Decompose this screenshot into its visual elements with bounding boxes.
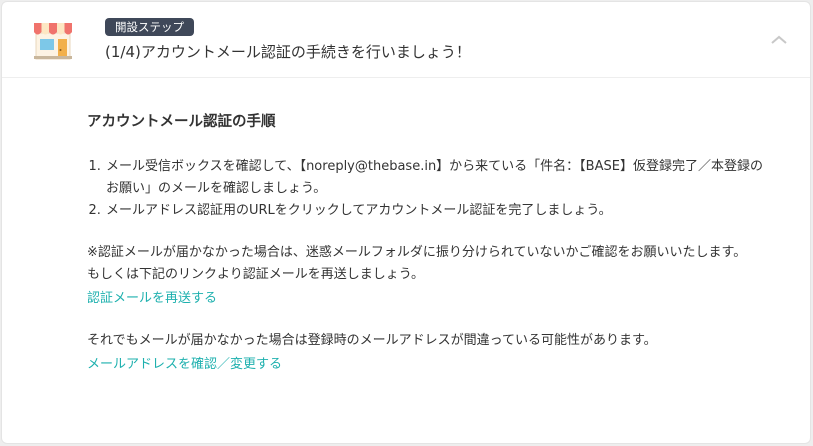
- step-title: (1/4)アカウントメール認証の手続きを行いましょう！: [105, 43, 471, 61]
- resend-verification-link[interactable]: 認証メールを再送する: [87, 288, 217, 310]
- shop-storefront-icon: [34, 23, 72, 60]
- onboarding-step-card: 開設ステップ (1/4)アカウントメール認証の手続きを行いましょう！ アカウント…: [1, 1, 811, 444]
- chevron-up-icon[interactable]: [768, 32, 790, 48]
- section-title: アカウントメール認証の手順: [87, 114, 276, 130]
- notice-text: ※認証メールが届かなかった場合は、迷惑メールフォルダに振り分けられていないかご確…: [87, 242, 767, 310]
- notice-line: もしくは下記のリンクより認証メールを再送しましょう。: [87, 267, 424, 282]
- notice-line: それでもメールが届かなかった場合は登録時のメールアドレスが間違っている可能性があ…: [87, 333, 657, 348]
- notice-line: ※認証メールが届かなかった場合は、迷惑メールフォルダに振り分けられていないかご確…: [87, 245, 747, 260]
- card-body: アカウントメール認証の手順 メール受信ボックスを確認して、【noreply@th…: [87, 112, 767, 376]
- fallback-notice: それでもメールが届かなかった場合は登録時のメールアドレスが間違っている可能性があ…: [87, 330, 767, 376]
- step-item: メールアドレス認証用のURLをクリックしてアカウントメール認証を完了しましょう。: [105, 200, 767, 222]
- change-email-link[interactable]: メールアドレスを確認／変更する: [87, 354, 282, 376]
- step-item: メール受信ボックスを確認して、【noreply@thebase.in】から来てい…: [105, 156, 767, 200]
- step-badge: 開設ステップ: [105, 18, 194, 36]
- steps-list: メール受信ボックスを確認して、【noreply@thebase.in】から来てい…: [87, 156, 767, 222]
- card-header[interactable]: 開設ステップ (1/4)アカウントメール認証の手続きを行いましょう！: [2, 2, 810, 78]
